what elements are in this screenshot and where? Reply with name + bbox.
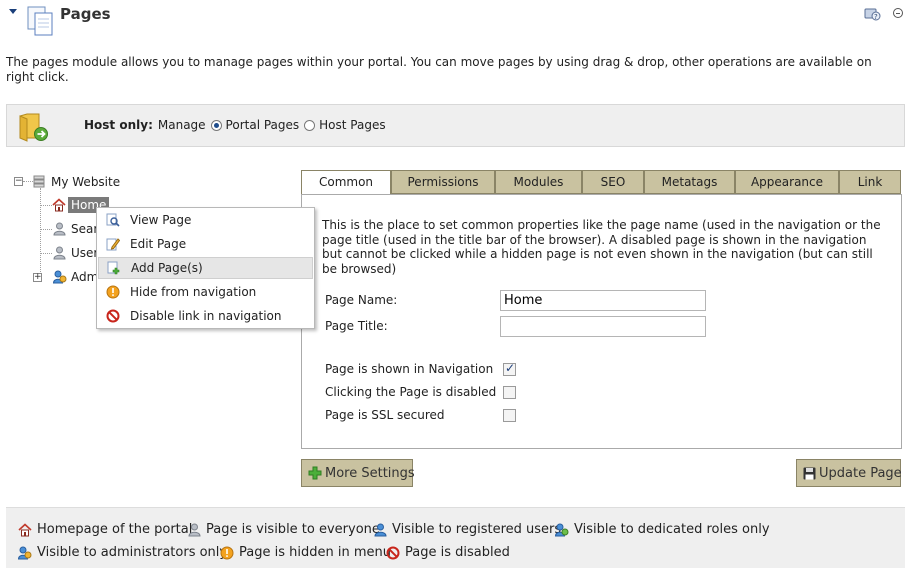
legend-home-label: Homepage of the portal [37,522,193,537]
host-pages-label[interactable]: Host Pages [319,118,385,132]
tree-node-user[interactable]: User [71,246,98,260]
clicking-disabled-label: Clicking the Page is disabled [325,385,497,399]
legend-everyone: Page is visible to everyone [187,522,380,537]
portal-pages-radio[interactable] [210,119,222,131]
tree-collapse-toggle[interactable]: − [14,177,23,186]
menu-item-disable-link[interactable]: Disable link in navigation [98,305,313,327]
legend-registered: Visible to registered users [373,522,561,537]
collapse-arrow-icon[interactable] [9,9,17,14]
everyone-icon [187,523,201,537]
clicking-disabled-checkbox[interactable] [503,386,516,399]
plus-icon [308,466,322,480]
hidden-icon [220,546,234,560]
registered-user-icon [373,523,387,537]
tree-expand-toggle[interactable]: + [33,273,42,282]
menu-item-label: Edit Page [130,237,187,251]
legend-roles: Visible to dedicated roles only [555,522,770,537]
menu-item-label: Add Page(s) [131,261,203,275]
tree-connector [40,253,52,254]
page-title-label: Page Title: [325,319,388,333]
menu-item-edit-page[interactable]: Edit Page [98,233,313,255]
legend-home: Homepage of the portal [18,522,192,537]
more-settings-button[interactable]: More Settings [301,459,415,487]
page-title-input[interactable] [500,316,706,337]
legend-roles-label: Visible to dedicated roles only [574,522,770,537]
context-menu: View Page Edit Page Add Page(s) Hide fro… [96,207,315,329]
tab-link[interactable]: Link [839,170,901,194]
website-root-icon [33,175,45,191]
save-disk-icon [803,467,816,480]
disabled-icon [386,546,400,560]
page-name-label: Page Name: [325,293,398,307]
page-title: Pages [60,5,111,23]
admin-icon [18,546,32,560]
legend-admin: Visible to administrators only [18,545,227,560]
page-name-input[interactable] [500,290,706,311]
menu-item-label: Hide from navigation [130,285,257,299]
tab-seo[interactable]: SEO [582,170,644,194]
legend-hidden: Page is hidden in menu [220,545,391,560]
tab-appearance[interactable]: Appearance [735,170,839,194]
common-description: This is the place to set common properti… [322,218,881,276]
host-pages-radio[interactable] [304,119,316,131]
tree-root-label[interactable]: My Website [51,175,120,189]
add-page-icon [107,261,121,275]
tab-metatags[interactable]: Metatags [644,170,735,194]
shown-in-navigation-checkbox[interactable] [503,361,516,376]
update-page-label: Update Page [819,465,902,481]
hide-icon [106,285,120,299]
more-settings-label: More Settings [325,465,415,481]
tab-common[interactable]: Common [301,170,391,196]
legend-disabled: Page is disabled [386,545,510,560]
host-bar: Host only: Manage Portal Pages Host Page… [6,104,905,147]
legend-disabled-label: Page is disabled [405,545,510,560]
portal-pages-label[interactable]: Portal Pages [226,118,300,132]
roles-icon [555,523,569,537]
manage-label: Manage [157,118,206,132]
legend-hidden-label: Page is hidden in menu [239,545,391,560]
menu-item-add-pages[interactable]: Add Page(s) [98,257,313,279]
host-filter-row: Host only: Manage Portal Pages Host Page… [84,118,386,132]
view-page-icon [106,213,120,227]
menu-item-hide-from-navigation[interactable]: Hide from navigation [98,281,313,303]
host-only-label: Host only: [84,118,153,132]
home-icon [18,522,32,537]
help-icon[interactable]: ? [863,6,881,22]
edit-page-icon [106,237,120,251]
tree-connector [40,188,41,280]
everyone-icon [53,222,66,239]
tab-modules[interactable]: Modules [495,170,582,194]
tree-connector [40,229,52,230]
tab-permissions[interactable]: Permissions [391,170,495,194]
menu-item-label: View Page [130,213,192,227]
legend-everyone-label: Page is visible to everyone [206,522,380,537]
tree-connector [23,181,33,182]
menu-item-label: Disable link in navigation [130,309,282,323]
folder-move-icon [17,110,49,142]
admin-icon [52,270,67,287]
home-icon [52,198,66,215]
legend-bar: Homepage of the portal Page is visible t… [6,507,905,568]
svg-text:?: ? [874,13,878,21]
shown-in-navigation-label: Page is shown in Navigation [325,362,494,376]
common-tab-panel: This is the place to set common properti… [301,194,902,449]
pages-icon [26,5,56,37]
disable-icon [106,309,120,323]
module-description: The pages module allows you to manage pa… [6,55,872,84]
minimize-icon[interactable] [893,8,903,18]
menu-item-view-page[interactable]: View Page [98,209,313,231]
legend-admin-label: Visible to administrators only [37,545,228,560]
update-page-button[interactable]: Update Page [796,459,902,487]
tree-node-admin[interactable]: Adm [71,270,98,284]
everyone-icon [53,246,66,263]
legend-registered-label: Visible to registered users [392,522,562,537]
tree-connector [40,205,52,206]
ssl-secured-label: Page is SSL secured [325,408,445,422]
ssl-secured-checkbox[interactable] [503,409,516,422]
